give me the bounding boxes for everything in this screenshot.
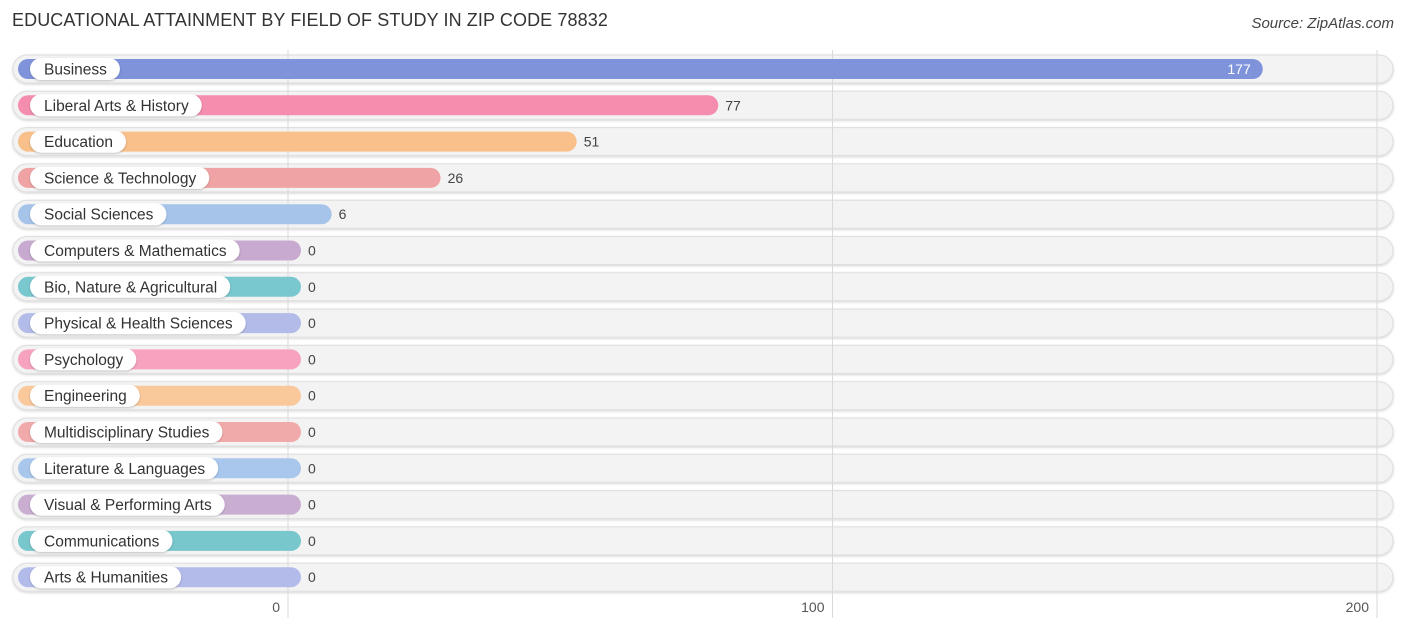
bar-label: Physical & Health Sciences xyxy=(44,316,233,333)
value-label: 0 xyxy=(308,315,316,331)
bar-group: Psychology 0 xyxy=(18,348,316,371)
bar-group: Business 177 xyxy=(18,58,1263,80)
bar-group: Social Sciences 6 xyxy=(18,203,347,226)
value-label: 0 xyxy=(308,569,316,585)
x-tick-label: 200 xyxy=(1346,599,1370,615)
bar-label: Communications xyxy=(44,533,160,550)
bar-label: Arts & Humanities xyxy=(44,570,168,587)
value-label: 6 xyxy=(339,206,347,222)
bar-label: Business xyxy=(44,62,107,79)
value-label: 26 xyxy=(448,170,464,186)
bar-label: Bio, Nature & Agricultural xyxy=(44,279,217,296)
bar-group: Multidisciplinary Studies 0 xyxy=(18,421,316,443)
bar-group: Bio, Nature & Agricultural 0 xyxy=(18,275,316,298)
bar-group: Physical & Health Sciences 0 xyxy=(18,312,316,335)
value-label: 0 xyxy=(308,533,316,549)
x-tick-label: 100 xyxy=(801,599,825,615)
bar-label: Education xyxy=(44,134,113,151)
value-label: 0 xyxy=(308,460,316,476)
x-tick-label: 0 xyxy=(272,599,280,615)
bar-label: Computers & Mathematics xyxy=(44,243,227,260)
bar-group: Liberal Arts & History 77 xyxy=(18,94,741,117)
bar-group: Literature & Languages 0 xyxy=(18,457,316,480)
value-label: 51 xyxy=(584,134,600,150)
bar-group: Communications 0 xyxy=(18,529,316,552)
value-label: 0 xyxy=(308,243,316,259)
value-label: 177 xyxy=(1227,61,1251,77)
tick-layer: 0 100 200 xyxy=(272,599,1369,615)
bar-group: Science & Technology 26 xyxy=(18,166,464,189)
bar-group: Visual & Performing Arts 0 xyxy=(18,493,316,516)
bar-label: Social Sciences xyxy=(44,207,154,224)
bar-label: Psychology xyxy=(44,352,124,369)
bar-chart: Business 177 Liberal Arts & History 77 Educa… xyxy=(12,50,1394,618)
bar-label: Liberal Arts & History xyxy=(44,98,189,115)
bar-label: Multidisciplinary Studies xyxy=(44,425,210,442)
bar-group: Education 51 xyxy=(18,130,600,153)
bar-label: Visual & Performing Arts xyxy=(44,497,212,514)
bar-label: Literature & Languages xyxy=(44,461,205,478)
bar-group: Engineering 0 xyxy=(18,384,316,407)
value-label: 0 xyxy=(308,279,316,295)
value-label: 0 xyxy=(308,351,316,367)
bar-label: Engineering xyxy=(44,388,127,405)
value-label: 0 xyxy=(308,388,316,404)
bar-label: Science & Technology xyxy=(44,170,196,187)
value-label: 77 xyxy=(725,97,741,113)
bar[interactable] xyxy=(18,59,1263,79)
value-label: 0 xyxy=(308,424,316,440)
value-label: 0 xyxy=(308,497,316,513)
bar-group: Computers & Mathematics 0 xyxy=(18,239,316,262)
bar-group: Arts & Humanities 0 xyxy=(18,566,316,589)
